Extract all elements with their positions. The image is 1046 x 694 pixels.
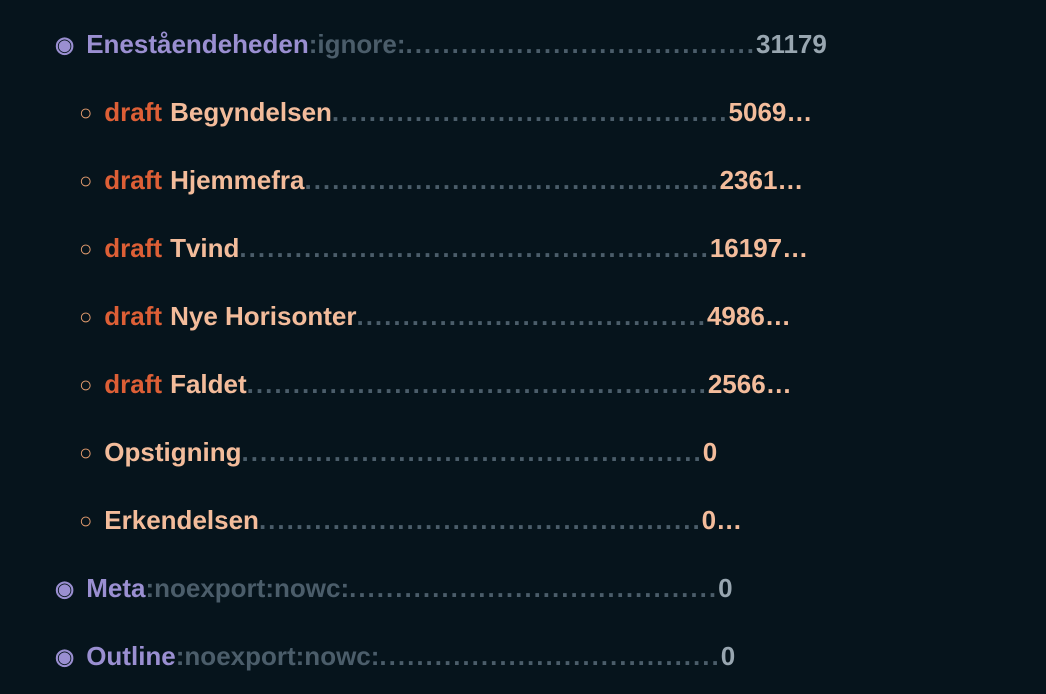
outline-item[interactable]: ○ draft Nye Horisonter...................… — [55, 282, 1036, 350]
outline-tree: ◉ Eneståendeheden :ignore:...............… — [0, 0, 1046, 694]
heading-title: Hjemmefra — [170, 165, 304, 196]
heading-title: Opstigning — [104, 437, 241, 468]
dot-leader: ........................................… — [304, 165, 719, 196]
word-count: 0 — [718, 573, 732, 604]
dot-leader: ........................................… — [242, 437, 703, 468]
outline-item[interactable]: ○ draft Hjemmefra........................… — [55, 146, 1036, 214]
todo-keyword: draft — [104, 97, 162, 128]
fold-ellipsis: … — [777, 165, 803, 196]
dot-leader: ........................................ — [349, 573, 718, 604]
outline-item[interactable]: ○ Opstigning.............................… — [55, 418, 1036, 486]
dot-leader: ........................................… — [239, 233, 709, 264]
word-count: 4986 — [707, 301, 765, 332]
word-count: 0 — [721, 641, 735, 672]
heading-tags: :noexport:nowc: — [176, 641, 380, 672]
word-count: 5069 — [729, 97, 787, 128]
bullet-collapsed-icon[interactable]: ○ — [79, 238, 92, 260]
bullet-collapsed-icon[interactable]: ○ — [79, 170, 92, 192]
todo-keyword: draft — [104, 165, 162, 196]
fold-ellipsis: … — [765, 301, 791, 332]
outline-item[interactable]: ◉ Eneståendeheden :ignore:...............… — [55, 10, 1036, 78]
dot-leader: ........................................… — [332, 97, 729, 128]
bullet-collapsed-icon[interactable]: ○ — [79, 510, 92, 532]
dot-leader: ........................................… — [259, 505, 702, 536]
heading-title: Meta — [86, 573, 145, 604]
todo-keyword: draft — [104, 233, 162, 264]
outline-item[interactable]: ○ draft Faldet...........................… — [55, 350, 1036, 418]
bullet-collapsed-icon[interactable]: ○ — [79, 374, 92, 396]
word-count: 2566 — [708, 369, 766, 400]
word-count: 0 — [702, 505, 716, 536]
dot-leader: ...................................... — [356, 301, 707, 332]
outline-item[interactable]: ○ Erkendelsen............................… — [55, 486, 1036, 554]
bullet-collapsed-icon[interactable]: ○ — [79, 102, 92, 124]
todo-keyword: draft — [104, 301, 162, 332]
word-count: 31179 — [756, 29, 827, 60]
bullet-expanded-icon[interactable]: ◉ — [55, 578, 74, 600]
outline-item[interactable]: ◉ Outline :noexport:nowc:................… — [55, 622, 1036, 690]
dot-leader: ..................................... — [379, 641, 720, 672]
heading-tags: :ignore: — [309, 29, 406, 60]
bullet-expanded-icon[interactable]: ◉ — [55, 646, 74, 668]
fold-ellipsis: … — [782, 233, 808, 264]
heading-tags: :noexport:nowc: — [145, 573, 349, 604]
bullet-expanded-icon[interactable]: ◉ — [55, 34, 74, 56]
bullet-collapsed-icon[interactable]: ○ — [79, 442, 92, 464]
fold-ellipsis: … — [766, 369, 792, 400]
bullet-collapsed-icon[interactable]: ○ — [79, 306, 92, 328]
heading-title: Erkendelsen — [104, 505, 259, 536]
heading-title: Nye Horisonter — [170, 301, 356, 332]
heading-title: Faldet — [170, 369, 247, 400]
outline-item[interactable]: ○ draft Begyndelsen......................… — [55, 78, 1036, 146]
heading-title: Outline — [86, 641, 176, 672]
heading-title: Tvind — [170, 233, 239, 264]
word-count: 2361 — [720, 165, 778, 196]
heading-title: Eneståendeheden — [86, 29, 309, 60]
dot-leader: ...................................... — [405, 29, 756, 60]
word-count: 16197 — [710, 233, 782, 264]
fold-ellipsis: … — [786, 97, 812, 128]
heading-title: Begyndelsen — [170, 97, 332, 128]
outline-item[interactable]: ◉ Meta :noexport:nowc:...................… — [55, 554, 1036, 622]
dot-leader: ........................................… — [247, 369, 708, 400]
todo-keyword: draft — [104, 369, 162, 400]
outline-item[interactable]: ○ draft Tvind............................… — [55, 214, 1036, 282]
word-count: 0 — [703, 437, 717, 468]
fold-ellipsis: … — [716, 505, 742, 536]
